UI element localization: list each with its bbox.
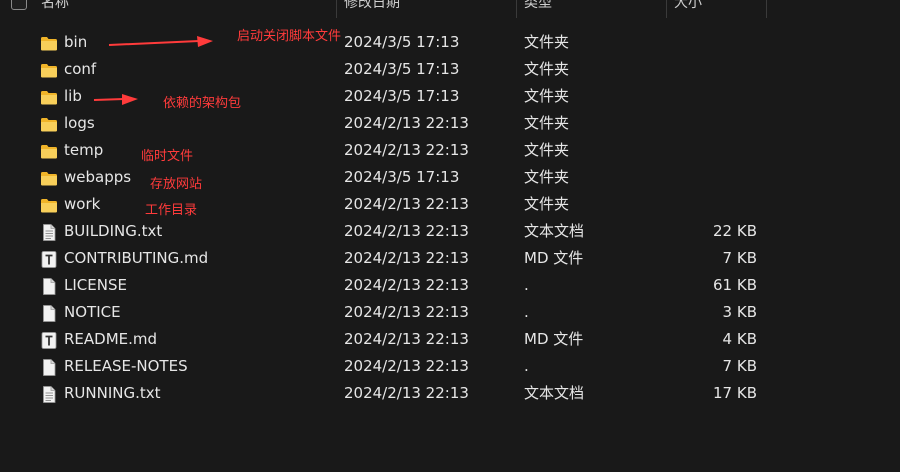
file-type: 文件夹	[524, 195, 570, 213]
file-size: 3 KB	[722, 303, 757, 321]
file-name: conf	[64, 60, 97, 78]
markdown-file-icon	[40, 250, 58, 268]
column-header-name[interactable]: 名称	[41, 0, 69, 19]
file-type: .	[524, 303, 529, 321]
select-all-checkbox[interactable]	[11, 0, 27, 10]
file-name: RUNNING.txt	[64, 384, 161, 402]
file-name: NOTICE	[64, 303, 121, 321]
file-icon	[40, 304, 58, 322]
file-type: .	[524, 357, 529, 375]
file-row[interactable]: NOTICE 2024/2/13 22:13. 3 KB	[0, 299, 900, 326]
file-type: 文件夹	[524, 33, 570, 51]
folder-icon	[40, 142, 58, 159]
folder-icon	[40, 196, 58, 213]
file-date: 2024/2/13 22:13	[344, 141, 469, 159]
file-type: 文件夹	[524, 114, 570, 132]
text-file-icon	[40, 223, 58, 241]
file-name: temp	[64, 141, 104, 159]
file-type: 文件夹	[524, 87, 570, 105]
file-date: 2024/2/13 22:13	[344, 276, 469, 294]
column-divider[interactable]	[336, 0, 337, 18]
file-icon	[40, 358, 58, 376]
arrow-lib	[93, 94, 138, 105]
column-header-date[interactable]: 修改日期	[344, 0, 400, 19]
folder-icon	[40, 115, 58, 132]
file-name: lib	[64, 87, 82, 105]
file-icon	[40, 277, 58, 295]
annotation-webapps: 存放网站	[150, 177, 203, 192]
annotation-bin: 启动关闭脚本文件	[237, 29, 342, 44]
file-name: CONTRIBUTING.md	[64, 249, 209, 267]
file-size: 17 KB	[713, 384, 757, 402]
file-row[interactable]: temp 2024/2/13 22:13 文件夹	[0, 137, 900, 164]
folder-icon	[40, 34, 58, 51]
file-date: 2024/3/5 17:13	[344, 87, 460, 105]
file-type: .	[524, 276, 529, 294]
file-name: RELEASE-NOTES	[64, 357, 188, 375]
file-type: 文件夹	[524, 168, 570, 186]
text-file-icon	[40, 385, 58, 403]
file-size: 7 KB	[722, 357, 757, 375]
file-date: 2024/2/13 22:13	[344, 114, 469, 132]
file-date: 2024/2/13 22:13	[344, 384, 469, 402]
file-size: 7 KB	[722, 249, 757, 267]
file-type: 文件夹	[524, 60, 570, 78]
file-name: webapps	[64, 168, 132, 186]
column-header-size[interactable]: 大小	[674, 0, 702, 19]
file-date: 2024/3/5 17:13	[344, 33, 460, 51]
annotation-temp: 临时文件	[141, 149, 194, 164]
column-divider[interactable]	[666, 0, 667, 18]
file-row[interactable]: logs 2024/2/13 22:13 文件夹	[0, 110, 900, 137]
file-date: 2024/2/13 22:13	[344, 249, 469, 267]
arrow-bin	[108, 36, 213, 47]
file-row[interactable]: README.md 2024/2/13 22:13 MD 文件 4 KB	[0, 326, 900, 353]
file-size: 22 KB	[713, 222, 757, 240]
file-type: 文件夹	[524, 141, 570, 159]
folder-icon	[40, 61, 58, 78]
file-row[interactable]: BUILDING.txt 2024/2/13 22:13 文本文档 22 KB	[0, 218, 900, 245]
file-name: logs	[64, 114, 95, 132]
column-divider[interactable]	[766, 0, 767, 18]
markdown-file-icon	[40, 331, 58, 349]
file-date: 2024/3/5 17:13	[344, 168, 460, 186]
file-row[interactable]: work 2024/2/13 22:13 文件夹	[0, 191, 900, 218]
file-type: 文本文档	[524, 384, 585, 402]
file-row[interactable]: CONTRIBUTING.md 2024/2/13 22:13 MD 文件 7 KB	[0, 245, 900, 272]
file-date: 2024/2/13 22:13	[344, 303, 469, 321]
file-row[interactable]: RELEASE-NOTES 2024/2/13 22:13. 7 KB	[0, 353, 900, 380]
column-divider[interactable]	[516, 0, 517, 18]
file-size: 4 KB	[722, 330, 757, 348]
file-name: bin	[64, 33, 88, 51]
file-date: 2024/3/5 17:13	[344, 60, 460, 78]
file-date: 2024/2/13 22:13	[344, 222, 469, 240]
file-date: 2024/2/13 22:13	[344, 330, 469, 348]
file-row[interactable]: RUNNING.txt 2024/2/13 22:13 文本文档 17 KB	[0, 380, 900, 407]
file-name: README.md	[64, 330, 158, 348]
file-type: 文本文档	[524, 222, 585, 240]
file-row[interactable]: LICENSE 2024/2/13 22:13. 61 KB	[0, 272, 900, 299]
folder-icon	[40, 169, 58, 186]
file-name: BUILDING.txt	[64, 222, 163, 240]
annotation-work: 工作目录	[145, 203, 198, 218]
file-type: MD 文件	[524, 330, 584, 348]
file-name: LICENSE	[64, 276, 127, 294]
column-header: 名称 修改日期 类型 大小	[0, 0, 900, 20]
annotation-lib: 依赖的架构包	[163, 96, 242, 111]
file-date: 2024/2/13 22:13	[344, 357, 469, 375]
file-date: 2024/2/13 22:13	[344, 195, 469, 213]
folder-icon	[40, 88, 58, 105]
column-header-type[interactable]: 类型	[524, 0, 552, 19]
file-type: MD 文件	[524, 249, 584, 267]
file-size: 61 KB	[713, 276, 757, 294]
file-name: work	[64, 195, 101, 213]
file-row[interactable]: webapps 2024/3/5 17:13 文件夹	[0, 164, 900, 191]
file-row[interactable]: conf 2024/3/5 17:13 文件夹	[0, 56, 900, 83]
